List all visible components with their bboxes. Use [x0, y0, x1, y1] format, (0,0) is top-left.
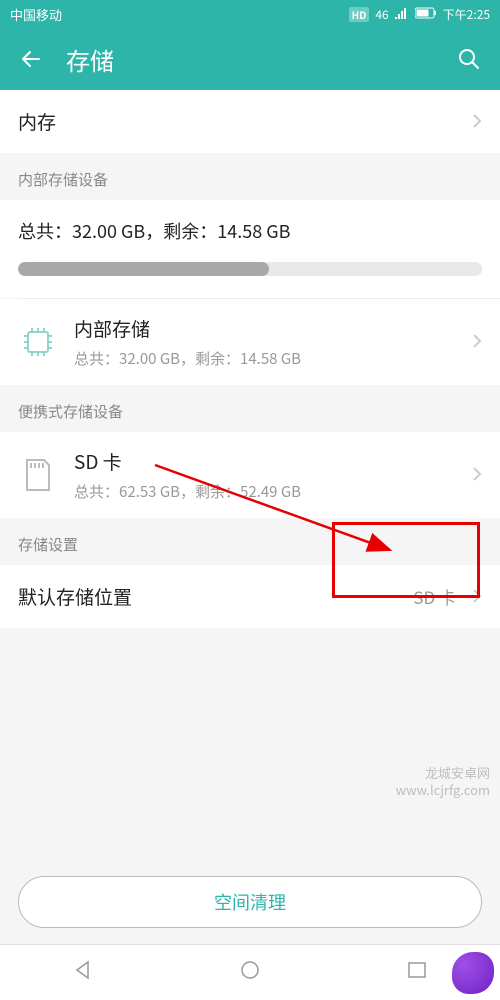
watermark-logo: [452, 952, 494, 994]
search-button[interactable]: [456, 46, 482, 72]
internal-storage-title: 内部存储: [74, 315, 456, 342]
signal-icon: [395, 6, 409, 23]
app-bar: 存储: [0, 28, 500, 90]
memory-row[interactable]: 内存: [0, 90, 500, 153]
sd-card-row[interactable]: SD 卡 总共：62.53 GB，剩余：52.49 GB: [0, 432, 500, 518]
portable-section-header: 便携式存储设备: [0, 385, 500, 432]
default-location-value: SD 卡: [413, 584, 456, 609]
chevron-right-icon: [472, 463, 482, 487]
watermark-text: 龙城安卓网 www.lcjrfg.com: [396, 765, 490, 799]
page-title: 存储: [66, 42, 434, 77]
settings-section-header: 存储设置: [0, 518, 500, 565]
status-bar: 中国移动 HD 46 下午2:25: [0, 0, 500, 28]
hd-badge: HD: [349, 7, 370, 22]
sd-card-sub: 总共：62.53 GB，剩余：52.49 GB: [74, 481, 456, 502]
default-location-label: 默认存储位置: [18, 583, 397, 610]
back-button[interactable]: [18, 46, 44, 72]
default-location-row[interactable]: 默认存储位置 SD 卡: [0, 565, 500, 628]
battery-icon: [415, 6, 437, 23]
nav-bar: [0, 944, 500, 1000]
internal-storage-sub: 总共：32.00 GB，剩余：14.58 GB: [74, 348, 456, 369]
nav-home-button[interactable]: [239, 959, 261, 986]
nav-back-button[interactable]: [72, 959, 94, 986]
sd-card-icon: [18, 455, 58, 495]
storage-progress-bar: [18, 262, 482, 276]
status-indicators: HD 46 下午2:25: [349, 6, 490, 23]
chevron-right-icon: [472, 585, 482, 609]
sd-card-title: SD 卡: [74, 448, 456, 475]
internal-summary-text: 总共：32.00 GB，剩余：14.58 GB: [18, 218, 482, 244]
chip-icon: [18, 322, 58, 362]
chevron-right-icon: [472, 330, 482, 354]
time-label: 下午2:25: [443, 6, 490, 23]
memory-label: 内存: [18, 108, 456, 135]
network-type: 46: [375, 6, 388, 23]
cleanup-button[interactable]: 空间清理: [18, 876, 482, 928]
nav-recent-button[interactable]: [406, 959, 428, 986]
internal-section-header: 内部存储设备: [0, 153, 500, 200]
storage-progress-fill: [18, 262, 269, 276]
carrier-label: 中国移动: [10, 5, 349, 24]
internal-storage-row[interactable]: 内部存储 总共：32.00 GB，剩余：14.58 GB: [0, 299, 500, 385]
chevron-right-icon: [472, 110, 482, 134]
internal-summary: 总共：32.00 GB，剩余：14.58 GB: [0, 200, 500, 298]
